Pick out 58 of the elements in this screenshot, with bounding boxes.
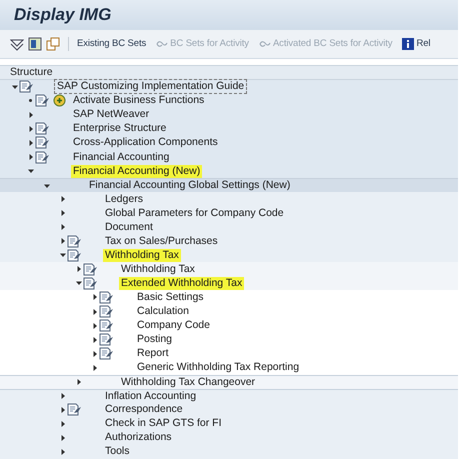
tree-item[interactable]: Enterprise Structure: [71, 122, 168, 136]
table-icon[interactable]: [28, 36, 42, 51]
tree-item[interactable]: Withholding Tax: [119, 262, 197, 276]
tree-item[interactable]: Financial Accounting: [71, 150, 172, 164]
tree-item[interactable]: SAP Customizing Implementation Guide: [55, 80, 246, 94]
expand-arrow-icon[interactable]: [28, 140, 34, 146]
expand-arrow-icon[interactable]: [28, 126, 34, 132]
tree-item[interactable]: SAP NetWeaver: [71, 108, 152, 122]
window-title: Display IMG: [14, 4, 112, 25]
expand-arrow-icon[interactable]: [76, 379, 82, 386]
expand-arrow-icon[interactable]: [28, 112, 34, 118]
tree-item[interactable]: Cross-Application Components: [71, 136, 220, 150]
collapse-arrow-icon[interactable]: [12, 84, 18, 90]
expand-arrow-icon[interactable]: [60, 210, 66, 216]
tree-item[interactable]: Extended Withholding Tax: [119, 276, 244, 290]
expand-arrow-icon[interactable]: [60, 448, 66, 455]
tree-item[interactable]: Withholding Tax: [103, 248, 181, 262]
expand-arrow-icon[interactable]: [76, 266, 82, 272]
expand-arrow-icon[interactable]: [60, 434, 66, 441]
expand-arrow-icon[interactable]: [60, 393, 66, 400]
tree-item[interactable]: Activate Business Functions: [71, 94, 206, 108]
expand-arrow-icon[interactable]: [60, 238, 66, 244]
expand-arrow-icon[interactable]: [60, 420, 66, 427]
expand-arrow-icon[interactable]: [92, 350, 98, 357]
tree-item[interactable]: Document: [103, 220, 155, 234]
expand-arrow-icon[interactable]: [92, 308, 98, 315]
tree-item[interactable]: Calculation: [135, 305, 191, 318]
tree-item[interactable]: Posting: [135, 333, 174, 346]
tree-item[interactable]: Inflation Accounting: [103, 390, 198, 403]
expand-arrow-icon[interactable]: [92, 364, 98, 371]
toolbar-button[interactable]: Existing BC Sets: [77, 38, 146, 50]
link-icon: [258, 38, 271, 49]
expand-arrow-icon[interactable]: [28, 154, 34, 160]
collapse-arrow-icon[interactable]: [60, 252, 66, 258]
expand-arrow-icon[interactable]: [92, 322, 98, 329]
link-icon: [156, 38, 168, 49]
bullet-icon: [29, 99, 32, 102]
tree-item[interactable]: Financial Accounting (New): [71, 164, 202, 178]
tree-item[interactable]: Tools: [103, 445, 132, 458]
funnel-icon[interactable]: [10, 36, 24, 51]
expand-arrow-icon[interactable]: [60, 224, 66, 230]
collapse-arrow-icon[interactable]: [44, 182, 50, 189]
info-icon: [402, 38, 414, 50]
collapse-arrow-icon[interactable]: [28, 168, 34, 174]
expand-arrow-icon[interactable]: [60, 196, 66, 202]
tree-item[interactable]: Correspondence: [103, 403, 185, 416]
expand-arrow-icon[interactable]: [60, 406, 66, 413]
column-title: Structure: [10, 66, 53, 78]
expand-arrow-icon[interactable]: [92, 336, 98, 343]
expand-arrow-icon[interactable]: [92, 294, 98, 300]
tree-item[interactable]: Company Code: [135, 319, 212, 332]
tree-item[interactable]: Ledgers: [103, 192, 145, 206]
toolbar-button[interactable]: Rel: [402, 38, 430, 50]
tree-item[interactable]: Report: [135, 347, 171, 360]
copy-icon[interactable]: [46, 36, 60, 51]
tree-item[interactable]: Authorizations: [103, 431, 174, 444]
tree-item[interactable]: Basic Settings: [135, 290, 206, 304]
collapse-arrow-icon[interactable]: [76, 280, 82, 286]
